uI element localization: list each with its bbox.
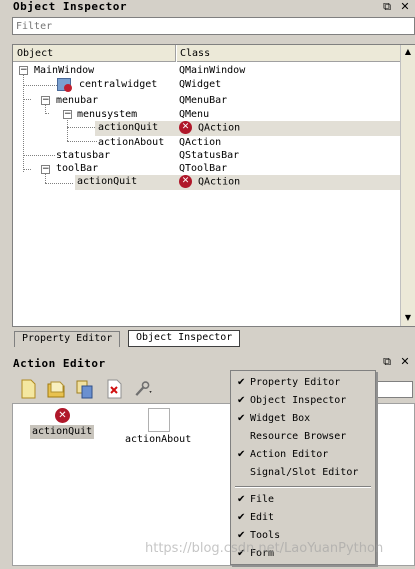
quit-icon: ✕	[179, 121, 192, 134]
class-cell: ✕ QAction	[179, 121, 240, 135]
scroll-up-icon[interactable]: ▲	[402, 46, 414, 58]
tree-row-menusystem[interactable]: menusystem	[77, 108, 137, 122]
menu-item-object-inspector[interactable]: ✔ Object Inspector	[231, 392, 377, 410]
check-icon: ✔	[237, 413, 246, 424]
menu-item-edit[interactable]: ✔ Edit	[231, 509, 377, 527]
menu-item-property-editor[interactable]: ✔ Property Editor	[231, 374, 377, 392]
tree-row-statusbar[interactable]: statusbar	[56, 149, 110, 163]
new-action-icon[interactable]	[18, 378, 38, 400]
menu-item-action-editor[interactable]: ✔ Action Editor	[231, 446, 377, 464]
action-editor-title: Action Editor	[13, 357, 106, 370]
class-cell: QMenu	[179, 109, 210, 120]
wrench-icon[interactable]	[134, 378, 154, 400]
tree-row-mainwindow[interactable]: MainWindow	[34, 64, 94, 78]
watermark: https://blog.csdn.net/LaoYuanPython	[145, 541, 384, 556]
action-about-icon	[148, 408, 170, 432]
check-icon: ✔	[237, 377, 246, 388]
class-cell: QToolBar	[179, 163, 228, 174]
tab-property-editor[interactable]: Property Editor	[14, 331, 121, 347]
tree-row-actionabout[interactable]: actionAbout	[98, 136, 164, 150]
menu-item-file[interactable]: ✔ File	[231, 491, 377, 509]
check-icon: ✔	[237, 494, 246, 505]
class-cell: QMenuBar	[179, 95, 228, 106]
menu-item-widget-box[interactable]: ✔ Widget Box	[231, 410, 377, 428]
object-cell: actionQuit	[77, 176, 138, 187]
widget-icon	[57, 78, 72, 92]
float-icon[interactable]: ⧉	[380, 355, 394, 369]
object-tree[interactable]: Object Class − MainWindow QMainWindow ce…	[12, 44, 415, 327]
column-header-class[interactable]: Class	[177, 45, 400, 62]
close-icon[interactable]: ✕	[398, 355, 412, 369]
filter-input[interactable]	[12, 17, 415, 35]
tree-row-centralwidget[interactable]: centralwidget	[79, 78, 157, 92]
class-cell: QMainWindow	[179, 65, 246, 76]
open-folder-icon[interactable]	[46, 378, 66, 400]
column-header-object[interactable]: Object	[13, 45, 176, 62]
class-cell: QStatusBar	[179, 150, 240, 161]
tree-row-toolbar[interactable]: toolBar	[56, 162, 98, 176]
menu-item-signal-slot-editor[interactable]: Signal/Slot Editor	[231, 464, 377, 482]
delete-icon[interactable]	[104, 378, 124, 400]
action-item-about[interactable]: actionAbout	[125, 433, 191, 447]
class-cell: ✕ QAction	[179, 175, 240, 189]
context-menu: ✔ Property Editor ✔ Object Inspector ✔ Widg…	[230, 370, 376, 565]
check-icon: ✔	[237, 512, 246, 523]
object-inspector-title: Object Inspector	[13, 0, 127, 13]
menu-separator	[235, 486, 371, 488]
action-item-quit[interactable]: actionQuit	[30, 425, 95, 439]
object-cell: actionQuit	[98, 122, 159, 133]
float-icon[interactable]: ⧉	[380, 0, 394, 14]
menu-item-resource-browser[interactable]: Resource Browser	[231, 428, 377, 446]
tree-row-menubar[interactable]: menubar	[56, 94, 98, 108]
quit-icon: ✕	[179, 175, 192, 188]
scroll-down-icon[interactable]: ▼	[402, 312, 414, 324]
quit-icon: ✕	[55, 408, 70, 423]
check-icon: ✔	[237, 449, 246, 460]
class-cell: QAction	[179, 137, 222, 148]
class-cell: QWidget	[179, 79, 222, 90]
close-icon[interactable]: ✕	[398, 0, 412, 14]
check-icon: ✔	[237, 395, 246, 406]
tab-object-inspector[interactable]: Object Inspector	[128, 330, 241, 347]
copy-icon[interactable]	[74, 378, 94, 400]
vertical-scrollbar[interactable]: ▲ ▼	[400, 45, 415, 326]
